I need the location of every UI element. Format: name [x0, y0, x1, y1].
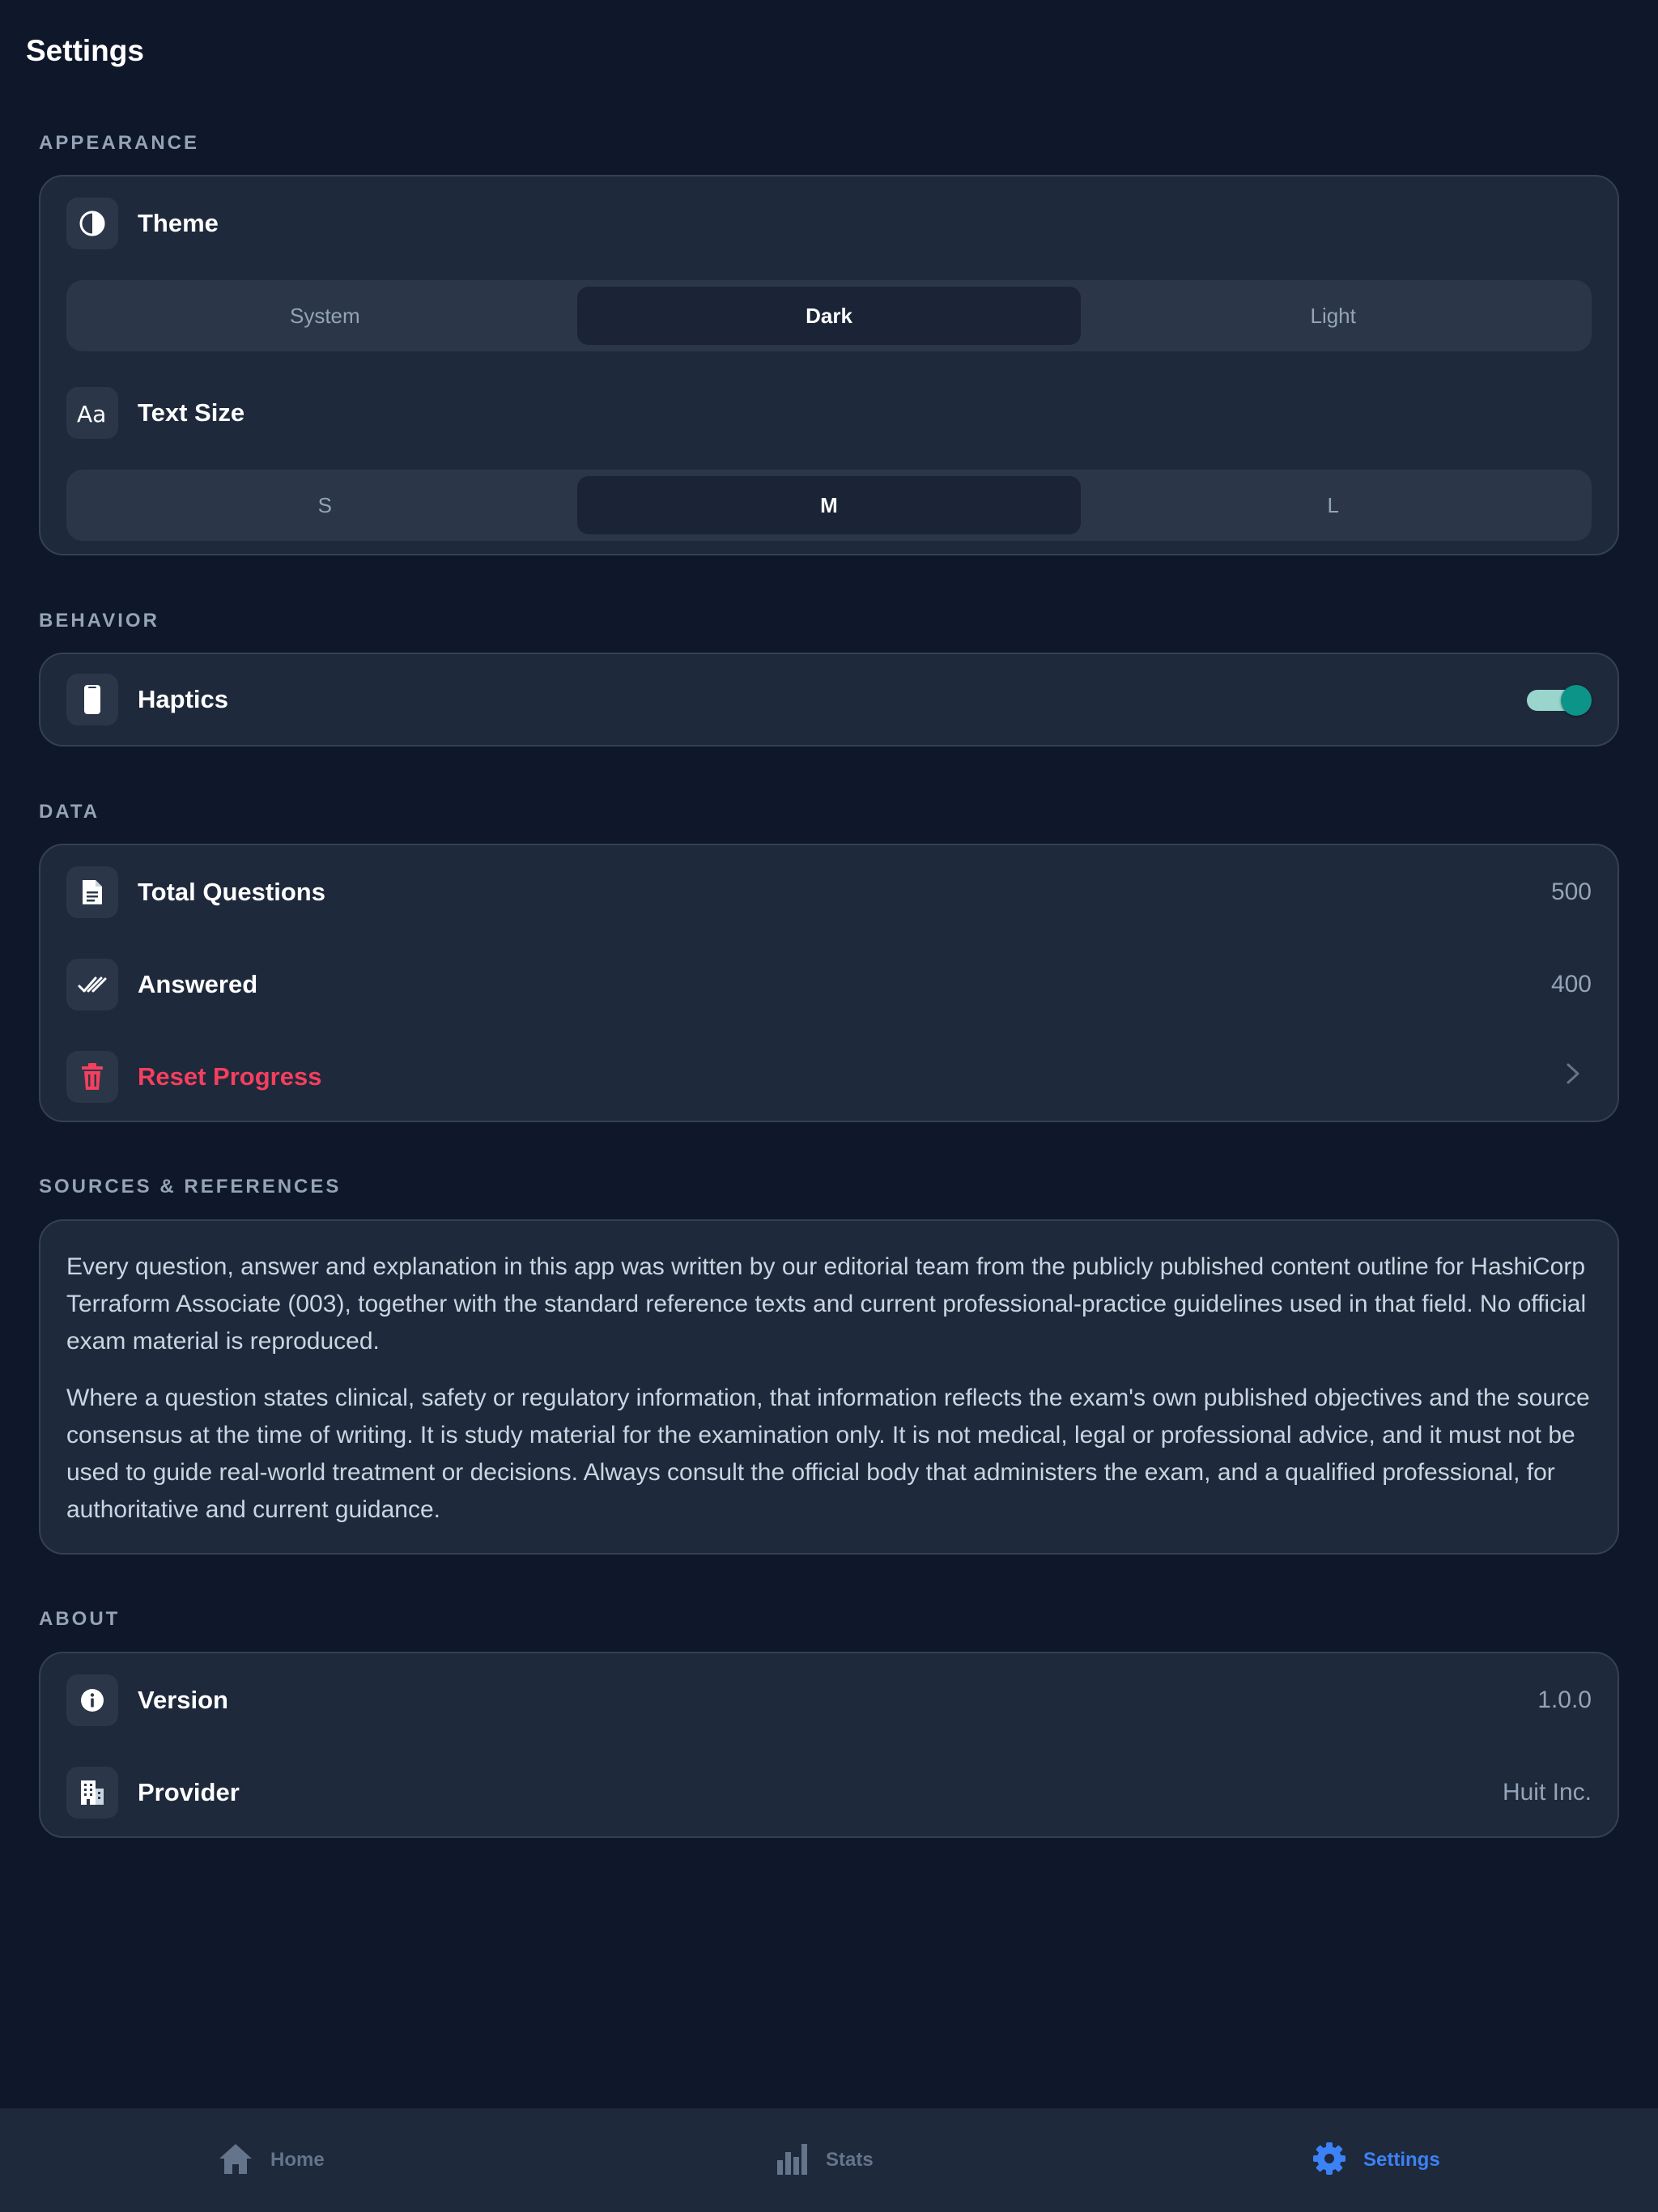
text-size-row: Aa Text Size [66, 387, 1592, 439]
theme-option-light[interactable]: Light [1081, 287, 1585, 345]
haptics-toggle[interactable] [1527, 685, 1592, 716]
reset-progress-label: Reset Progress [138, 1062, 322, 1091]
settings-page: Settings APPEARANCE Theme System Dark Li… [0, 0, 1658, 2212]
version-label: Version [138, 1686, 228, 1714]
building-icon [66, 1767, 118, 1819]
section-label-sources: SOURCES & REFERENCES [39, 1176, 342, 1197]
section-label-data: DATA [39, 801, 100, 823]
chevron-right-icon [1566, 1062, 1580, 1091]
total-questions-value: 500 [1550, 878, 1592, 905]
tab-settings[interactable]: Settings [1312, 2108, 1440, 2212]
behavior-card: Haptics [39, 653, 1619, 747]
version-row: Version 1.0.0 [66, 1674, 1592, 1726]
text-size-option-m[interactable]: M [576, 476, 1082, 534]
sources-paragraph-2: Where a question states clinical, safety… [66, 1385, 1590, 1523]
theme-label: Theme [138, 209, 219, 237]
about-card: Version 1.0.0 Provider Huit Inc. [39, 1652, 1619, 1838]
tab-home-label: Home [270, 2149, 325, 2171]
theme-option-dark[interactable]: Dark [576, 287, 1082, 345]
sources-card: Every question, answer and explanation i… [39, 1219, 1619, 1555]
appearance-card: Theme System Dark Light Aa Text Size S M… [39, 175, 1619, 555]
section-label-appearance: APPEARANCE [39, 132, 200, 154]
tab-settings-label: Settings [1363, 2149, 1440, 2171]
sources-text: Every question, answer and explanation i… [66, 1249, 1592, 1529]
theme-option-system[interactable]: System [73, 287, 577, 345]
theme-row: Theme [66, 198, 1592, 249]
svg-text:Aa: Aa [77, 401, 106, 427]
answered-label: Answered [138, 970, 258, 998]
total-questions-row: Total Questions 500 [66, 866, 1592, 918]
toggle-thumb [1561, 685, 1592, 716]
tab-home[interactable]: Home [217, 2108, 325, 2212]
provider-label: Provider [138, 1778, 240, 1806]
home-icon [217, 2142, 254, 2180]
reset-progress-row[interactable]: Reset Progress [66, 1051, 1592, 1103]
text-size-segmented-control: S M L [66, 470, 1592, 541]
tab-stats-label: Stats [826, 2149, 874, 2171]
text-size-option-l[interactable]: L [1081, 476, 1585, 534]
document-icon [66, 866, 118, 918]
theme-segmented-control: System Dark Light [66, 280, 1592, 351]
sources-paragraph-1: Every question, answer and explanation i… [66, 1253, 1587, 1355]
double-check-icon [66, 959, 118, 1010]
info-icon [66, 1674, 118, 1726]
tab-bar: Home Stats Settings [0, 2108, 1658, 2212]
contrast-icon [66, 198, 118, 249]
haptics-row: Haptics [66, 674, 1592, 725]
haptics-label: Haptics [138, 685, 228, 713]
trash-icon [66, 1051, 118, 1103]
data-card: Total Questions 500 Answered 400 Reset P… [39, 844, 1619, 1122]
bar-chart-icon [776, 2141, 810, 2180]
tab-stats[interactable]: Stats [776, 2108, 874, 2212]
page-title: Settings [26, 34, 144, 67]
text-size-label: Text Size [138, 398, 245, 427]
answered-value: 400 [1550, 971, 1592, 998]
section-label-behavior: BEHAVIOR [39, 610, 159, 632]
total-questions-label: Total Questions [138, 878, 325, 906]
gear-icon [1312, 2141, 1347, 2180]
version-value: 1.0.0 [1537, 1687, 1592, 1713]
answered-row: Answered 400 [66, 959, 1592, 1010]
provider-row: Provider Huit Inc. [66, 1767, 1592, 1819]
text-size-icon: Aa [66, 387, 118, 439]
provider-value: Huit Inc. [1502, 1779, 1592, 1806]
section-label-about: ABOUT [39, 1608, 121, 1630]
phone-icon [66, 674, 118, 725]
text-size-option-s[interactable]: S [73, 476, 577, 534]
